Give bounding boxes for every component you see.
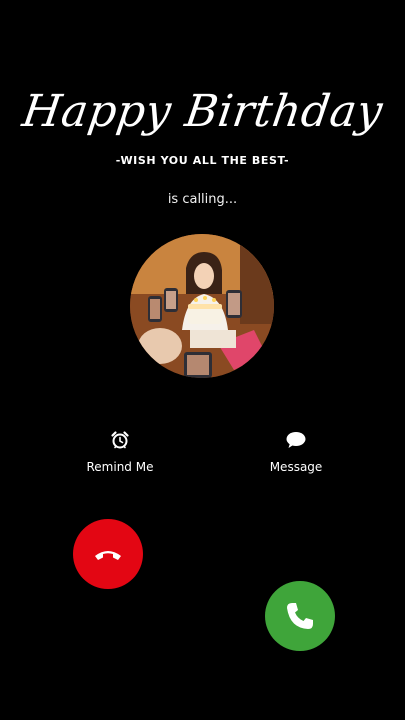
phone-icon [287, 603, 313, 629]
caller-avatar [130, 234, 274, 378]
message-label: Message [269, 460, 323, 474]
accept-call-button[interactable] [265, 581, 335, 651]
alarm-clock-icon [111, 431, 129, 449]
greeting-subtitle: -WISH YOU ALL THE BEST- [115, 154, 290, 167]
greeting-title: Happy Birthday [19, 86, 386, 137]
remind-me-label: Remind Me [86, 460, 154, 474]
decline-call-button[interactable] [73, 519, 143, 589]
message-button[interactable]: Message [246, 430, 346, 475]
remind-me-button[interactable]: Remind Me [70, 430, 170, 475]
chat-bubble-icon [286, 432, 306, 448]
phone-hangup-icon [95, 551, 121, 560]
call-status: is calling... [167, 192, 238, 207]
